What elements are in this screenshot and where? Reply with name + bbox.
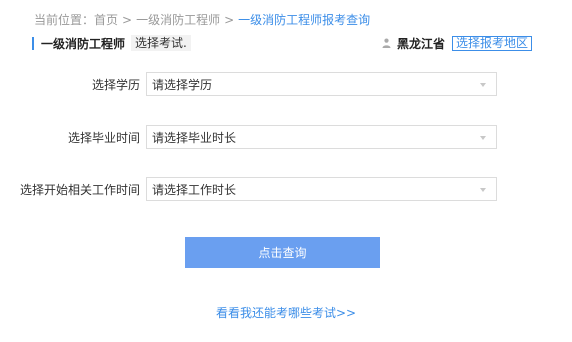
chevron-down-icon <box>480 188 486 192</box>
person-icon <box>382 38 391 48</box>
breadcrumb-prefix: 当前位置： <box>34 13 95 27</box>
more-exams-link[interactable]: 看看我还能考哪些考试>> <box>216 306 356 320</box>
graduation-row: 选择毕业时间 请选择毕业时长 <box>0 125 497 149</box>
breadcrumb: 当前位置： 首页 > 一级消防工程师 > 一级消防工程师报考查询 <box>34 11 370 28</box>
breadcrumb-home-link[interactable]: 首页 <box>94 11 118 28</box>
graduation-select[interactable]: 请选择毕业时长 <box>146 125 497 149</box>
graduation-label: 选择毕业时间 <box>67 130 140 145</box>
breadcrumb-current: 一级消防工程师报考查询 <box>238 13 371 27</box>
page: 当前位置： 首页 > 一级消防工程师 > 一级消防工程师报考查询 一级消防工程师… <box>0 0 572 342</box>
education-row: 选择学历 请选择学历 <box>0 72 497 96</box>
education-label: 选择学历 <box>91 77 140 92</box>
exam-name: 一级消防工程师 <box>41 36 126 51</box>
select-region-button[interactable]: 选择报考地区 <box>451 35 532 51</box>
chevron-down-icon <box>480 136 486 140</box>
graduation-select-value: 请选择毕业时长 <box>152 130 237 145</box>
work-start-select-value: 请选择工作时长 <box>152 182 237 197</box>
breadcrumb-exam-link[interactable]: 一级消防工程师 <box>136 11 220 28</box>
query-button[interactable]: 点击查询 <box>185 237 380 268</box>
region-selector: 黑龙江省 选择报考地区 <box>382 35 532 52</box>
work-start-label: 选择开始相关工作时间 <box>19 182 140 197</box>
work-start-row: 选择开始相关工作时间 请选择工作时长 <box>0 177 497 201</box>
more-exams-link-wrap: 看看我还能考哪些考试>> <box>0 304 572 321</box>
exam-header: 一级消防工程师 选择考试. 黑龙江省 选择报考地区 <box>32 35 532 51</box>
select-exam-button[interactable]: 选择考试. <box>131 35 191 51</box>
accent-bar <box>32 36 34 50</box>
breadcrumb-separator: > <box>224 12 235 27</box>
education-select-value: 请选择学历 <box>152 77 213 92</box>
province-name: 黑龙江省 <box>396 36 445 51</box>
breadcrumb-separator: > <box>122 12 133 27</box>
education-select[interactable]: 请选择学历 <box>146 72 497 96</box>
work-start-select[interactable]: 请选择工作时长 <box>146 177 497 201</box>
chevron-down-icon <box>480 83 486 87</box>
